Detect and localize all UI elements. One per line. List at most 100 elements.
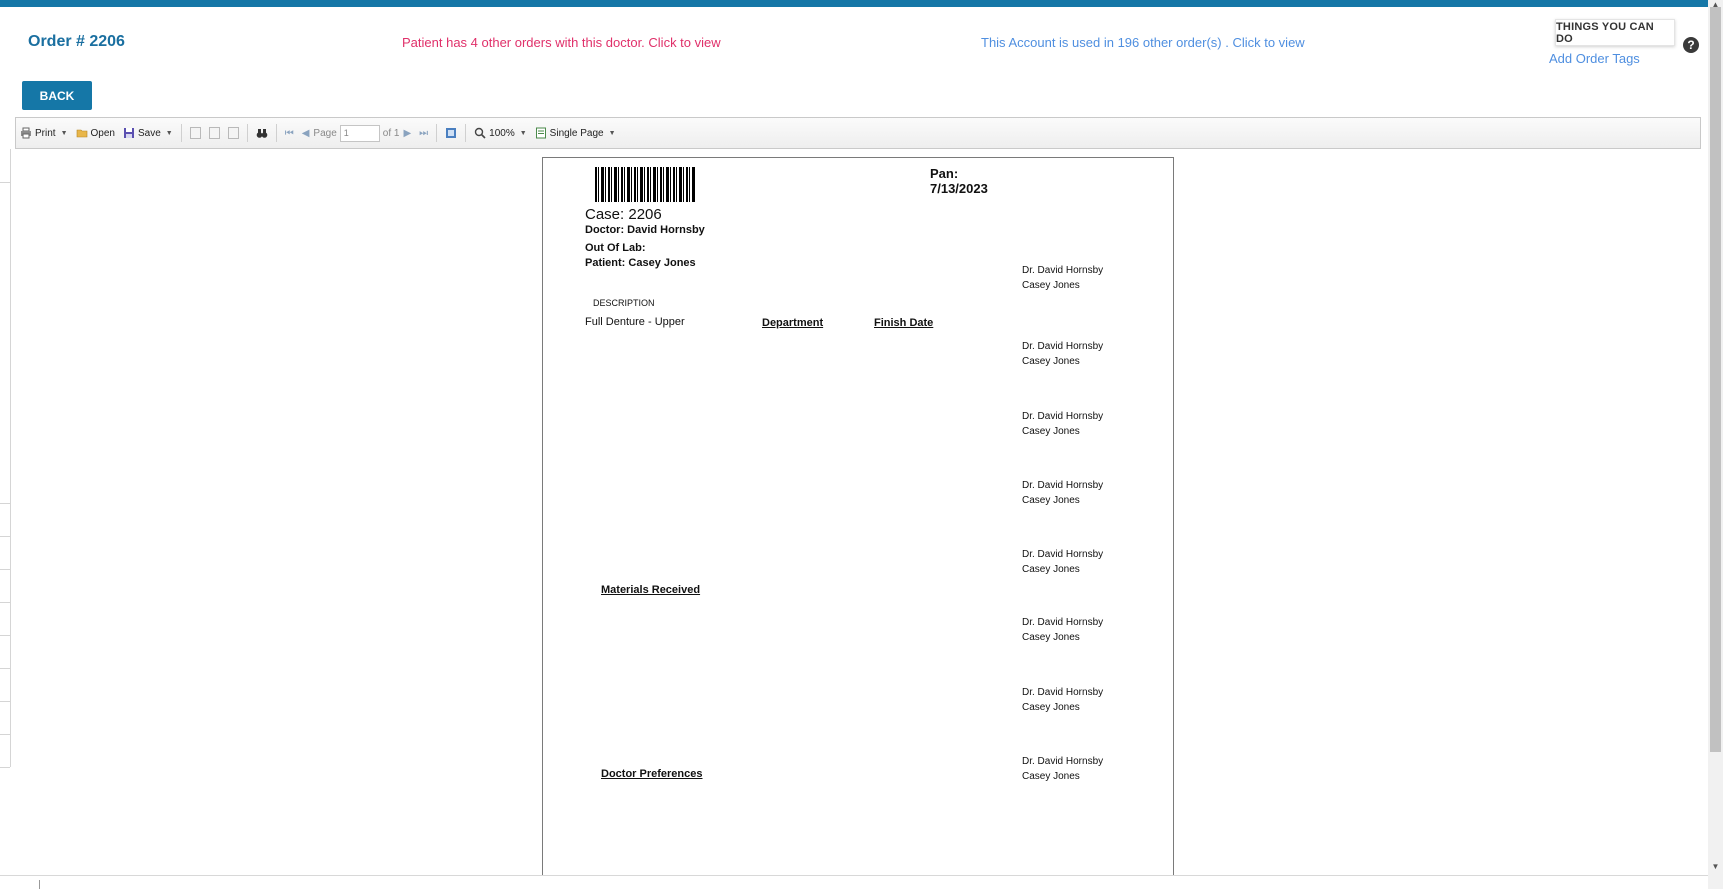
page-label: Page xyxy=(313,127,337,139)
case-date: 7/13/2023 xyxy=(930,181,988,196)
gutter-tick xyxy=(0,767,10,768)
toolbar-divider xyxy=(246,124,248,142)
back-button[interactable]: BACK xyxy=(22,81,92,110)
last-page-button[interactable]: ⏭ xyxy=(415,122,432,144)
add-order-tags-link[interactable]: Add Order Tags xyxy=(1549,51,1640,66)
gutter-tick xyxy=(0,503,10,504)
next-page-icon: ▶ xyxy=(403,127,412,139)
sticker-label: Dr. David Hornsby Casey Jones xyxy=(1022,615,1103,645)
sticker-label: Dr. David Hornsby Casey Jones xyxy=(1022,263,1103,293)
label-patient: Casey Jones xyxy=(1022,564,1080,575)
page-count-label: of 1 xyxy=(382,127,400,139)
zoom-dropdown[interactable]: 100% ▼ xyxy=(470,122,531,144)
case-number: Case: 2206 xyxy=(585,206,662,223)
chevron-down-icon: ▼ xyxy=(608,129,616,137)
sticker-label: Dr. David Hornsby Casey Jones xyxy=(1022,754,1103,784)
toolbar-divider xyxy=(436,124,438,142)
gutter-tick xyxy=(0,536,10,537)
gutter-tick xyxy=(0,602,10,603)
account-orders-link[interactable]: This Account is used in 196 other order(… xyxy=(981,35,1305,50)
label-patient: Casey Jones xyxy=(1022,426,1080,437)
copy-button[interactable] xyxy=(186,122,205,144)
help-icon[interactable]: ? xyxy=(1683,37,1699,53)
case-barcode xyxy=(595,167,695,202)
duplicate-button[interactable] xyxy=(224,122,243,144)
doctor-name: Doctor: David Hornsby xyxy=(585,224,705,236)
scroll-up-icon[interactable]: ▲ xyxy=(1710,0,1721,9)
save-disk-icon xyxy=(123,128,134,138)
sticker-label: Dr. David Hornsby Casey Jones xyxy=(1022,409,1103,439)
gutter-tick xyxy=(0,734,10,735)
label-doctor: Dr. David Hornsby xyxy=(1022,341,1104,352)
fullscreen-icon xyxy=(446,128,457,138)
label-doctor: Dr. David Hornsby xyxy=(1022,411,1104,422)
sticker-label: Dr. David Hornsby Casey Jones xyxy=(1022,478,1103,508)
open-folder-icon xyxy=(76,129,87,138)
order-title: Order # 2206 xyxy=(28,33,125,50)
gutter-tick xyxy=(0,182,10,183)
label-patient: Casey Jones xyxy=(1022,356,1080,367)
open-label: Open xyxy=(90,127,115,139)
paste-icon xyxy=(208,127,220,139)
description-header: DESCRIPTION xyxy=(593,298,655,308)
first-page-button[interactable]: ⏮ xyxy=(281,122,298,144)
copy-icon xyxy=(189,127,201,139)
fullscreen-button[interactable] xyxy=(441,122,461,144)
patient-orders-link[interactable]: Patient has 4 other orders with this doc… xyxy=(402,35,721,50)
department-header: Department xyxy=(762,317,824,329)
label-doctor: Dr. David Hornsby xyxy=(1022,549,1104,560)
chevron-down-icon: ▼ xyxy=(519,129,527,137)
open-button[interactable]: Open xyxy=(72,122,119,144)
find-binoculars-icon xyxy=(256,129,268,138)
prev-page-icon: ◀ xyxy=(301,127,310,139)
toolbar-divider xyxy=(180,124,182,142)
item-description: Full Denture - Upper xyxy=(585,316,685,328)
label-patient: Casey Jones xyxy=(1022,702,1080,713)
page-number-input[interactable] xyxy=(339,124,380,142)
doctor-preferences-header: Doctor Preferences xyxy=(601,768,703,780)
label-patient: Casey Jones xyxy=(1022,495,1080,506)
label-doctor: Dr. David Hornsby xyxy=(1022,617,1104,628)
out-of-lab: Out Of Lab: xyxy=(585,242,646,254)
label-doctor: Dr. David Hornsby xyxy=(1022,480,1104,491)
paste-button[interactable] xyxy=(205,122,224,144)
app-root: Order # 2206 Patient has 4 other orders … xyxy=(0,0,1723,889)
find-button[interactable] xyxy=(252,122,272,144)
toolbar-divider xyxy=(275,124,277,142)
scrollbar-thumb[interactable] xyxy=(1710,7,1721,752)
view-mode-dropdown[interactable]: Single Page ▼ xyxy=(531,122,620,144)
gutter-tick xyxy=(0,635,10,636)
prev-page-button[interactable]: ◀ xyxy=(298,122,314,144)
print-button[interactable]: Print ▼ xyxy=(16,122,72,144)
chevron-down-icon: ▼ xyxy=(60,129,68,137)
label-doctor: Dr. David Hornsby xyxy=(1022,756,1104,767)
toolbar-divider xyxy=(465,124,467,142)
gutter-tick xyxy=(0,668,10,669)
duplicate-icon xyxy=(227,127,239,139)
top-accent-bar xyxy=(0,0,1708,7)
chevron-down-icon: ▼ xyxy=(165,129,173,137)
save-button[interactable]: Save ▼ xyxy=(119,122,177,144)
status-bar xyxy=(0,875,1708,889)
patient-name: Patient: Casey Jones xyxy=(585,257,696,269)
label-patient: Casey Jones xyxy=(1022,771,1080,782)
view-mode-label: Single Page xyxy=(549,127,604,139)
sticker-label: Dr. David Hornsby Casey Jones xyxy=(1022,685,1103,715)
report-page: Case: 2206 Doctor: David Hornsby Out Of … xyxy=(542,157,1174,875)
sticker-label: Dr. David Hornsby Casey Jones xyxy=(1022,547,1103,577)
things-you-can-do-button[interactable]: THINGS YOU CAN DO xyxy=(1555,19,1675,46)
pan-label: Pan: xyxy=(930,166,959,181)
save-label: Save xyxy=(137,127,161,139)
materials-received-header: Materials Received xyxy=(601,584,701,596)
left-gutter xyxy=(0,149,11,767)
label-patient: Casey Jones xyxy=(1022,632,1080,643)
next-page-button[interactable]: ▶ xyxy=(399,122,415,144)
scroll-down-icon[interactable]: ▼ xyxy=(1710,862,1721,871)
print-label: Print xyxy=(35,127,56,139)
gutter-tick xyxy=(0,701,10,702)
single-page-icon xyxy=(535,127,546,139)
last-page-icon: ⏭ xyxy=(419,127,429,139)
sticker-label: Dr. David Hornsby Casey Jones xyxy=(1022,339,1103,369)
report-toolbar: Print ▼ Open Save ▼ ⏮ ◀ Page of 1 ▶ ⏭ xyxy=(15,117,1701,149)
label-doctor: Dr. David Hornsby xyxy=(1022,265,1104,276)
